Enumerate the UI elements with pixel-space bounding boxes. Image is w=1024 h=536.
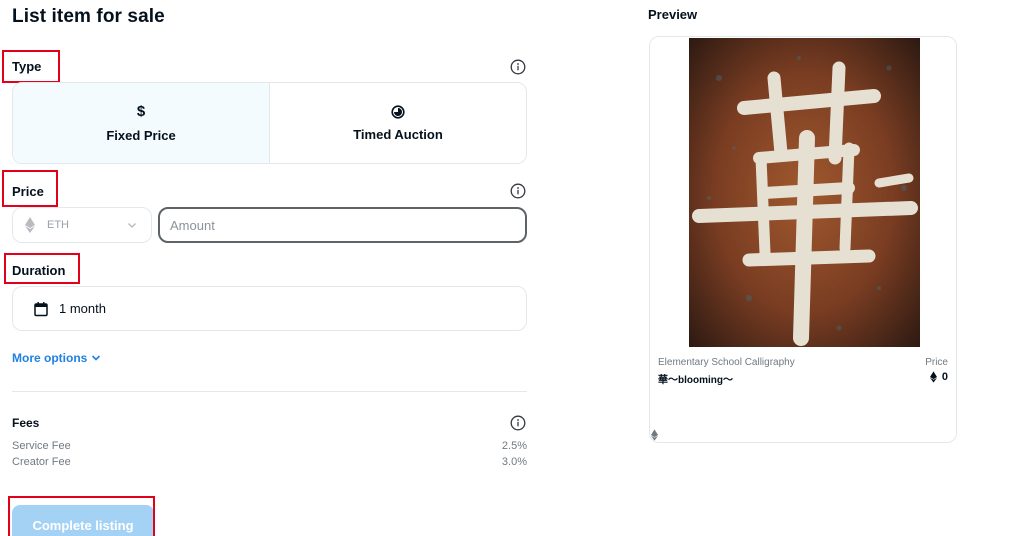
duration-label: Duration xyxy=(12,263,66,278)
chevron-down-icon xyxy=(128,223,136,228)
fees-title: Fees xyxy=(12,416,40,430)
price-label: Price xyxy=(12,184,44,199)
item-name: 華〜blooming〜 xyxy=(658,375,733,386)
info-icon[interactable] xyxy=(510,415,526,431)
currency-select[interactable]: ETH xyxy=(12,207,152,243)
info-icon[interactable] xyxy=(510,183,526,199)
nft-image xyxy=(689,38,920,347)
fixed-price-label: Fixed Price xyxy=(106,127,176,143)
more-options-label: More options xyxy=(12,351,88,365)
preview-price: 0 xyxy=(929,371,948,383)
amount-input[interactable] xyxy=(158,207,527,243)
fee-row-service: Service Fee 2.5% xyxy=(12,440,527,452)
listing-type-selector: $ Fixed Price Timed Auction xyxy=(12,82,527,164)
fee-label: Service Fee xyxy=(12,440,71,452)
currency-value: ETH xyxy=(47,219,69,231)
ethereum-icon xyxy=(929,371,937,383)
fee-label: Creator Fee xyxy=(12,456,71,468)
dollar-icon: $ xyxy=(136,102,146,120)
ethereum-icon xyxy=(25,217,35,233)
fee-value: 3.0% xyxy=(501,456,527,468)
fixed-price-option[interactable]: $ Fixed Price xyxy=(13,83,269,163)
ethereum-icon xyxy=(651,429,658,441)
annotation-box-complete xyxy=(8,496,155,536)
preview-card[interactable]: Elementary School Calligraphy 華〜blooming… xyxy=(649,36,957,443)
fee-row-creator: Creator Fee 3.0% xyxy=(12,456,527,468)
calendar-icon xyxy=(34,301,48,316)
preview-price-value: 0 xyxy=(941,371,948,383)
timed-auction-option[interactable]: Timed Auction xyxy=(269,83,526,163)
preview-title: Preview xyxy=(648,7,698,22)
fee-value: 2.5% xyxy=(501,440,527,452)
preview-price-label: Price xyxy=(925,357,948,368)
duration-value: 1 month xyxy=(59,301,106,316)
timed-auction-label: Timed Auction xyxy=(353,126,443,142)
timer-icon xyxy=(391,104,405,119)
collection-name: Elementary School Calligraphy xyxy=(658,357,795,368)
type-label: Type xyxy=(12,59,42,74)
duration-picker[interactable]: 1 month xyxy=(12,286,527,331)
page-title: List item for sale xyxy=(12,6,165,27)
more-options-toggle[interactable]: More options xyxy=(12,351,101,365)
divider xyxy=(12,391,527,392)
info-icon[interactable] xyxy=(510,59,526,75)
calligraphy-artwork xyxy=(689,38,920,347)
chevron-down-icon xyxy=(92,355,101,361)
